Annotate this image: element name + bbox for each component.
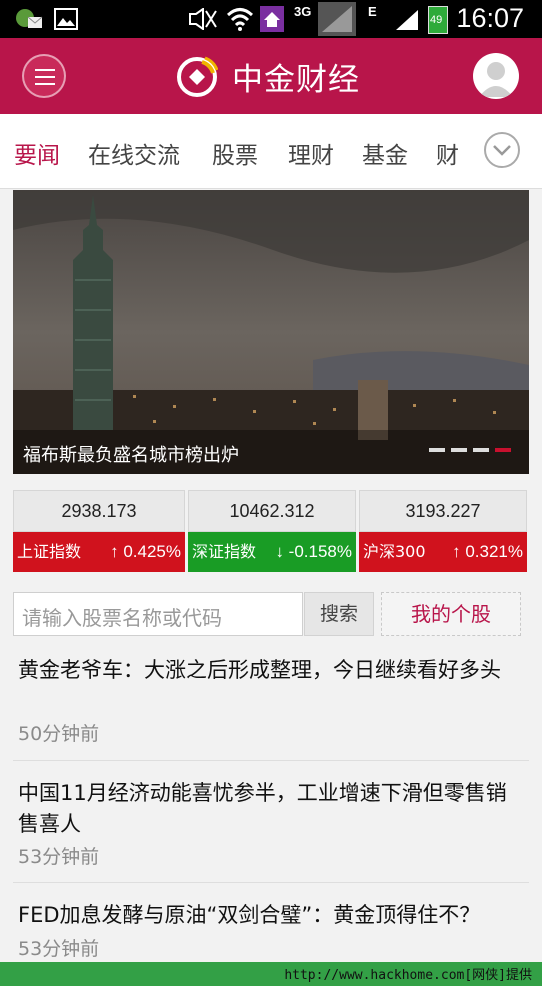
banner-caption: 福布斯最负盛名城市榜出炉 bbox=[23, 445, 239, 466]
slide-dot-active[interactable] bbox=[495, 448, 511, 452]
mute-icon bbox=[189, 8, 217, 30]
user-avatar-button[interactable] bbox=[473, 53, 519, 99]
news-title: 黄金老爷车：大涨之后形成整理，今日继续看好多头 bbox=[18, 658, 501, 682]
index-change: ↓ -0.158% bbox=[275, 532, 352, 572]
slide-indicator bbox=[423, 437, 511, 456]
index-value: 3193.227 bbox=[359, 490, 527, 532]
notification-icon bbox=[16, 9, 43, 28]
divider bbox=[13, 882, 529, 883]
news-title: 中国11月经济动能喜忧参半，工业增速下滑但零售销售喜人 bbox=[18, 781, 507, 836]
battery-icon: 49 bbox=[428, 6, 448, 34]
index-value: 2938.173 bbox=[13, 490, 185, 532]
index-change-row: 深证指数 ↓ -0.158% bbox=[188, 532, 356, 572]
app-title: 中金财经 bbox=[232, 62, 360, 98]
slide-dot[interactable] bbox=[429, 448, 445, 452]
logo-icon bbox=[177, 56, 218, 97]
index-change-row: 上证指数 ↑ 0.425% bbox=[13, 532, 185, 572]
slide-dot[interactable] bbox=[473, 448, 489, 452]
battery-level: 49 bbox=[430, 14, 443, 26]
index-value: 10462.312 bbox=[188, 490, 356, 532]
tab-headlines[interactable]: 要闻 bbox=[14, 136, 60, 170]
index-change: ↑ 0.425% bbox=[110, 532, 181, 572]
status-bar: 3G E 49 16:07 bbox=[0, 0, 542, 38]
index-card-csi300[interactable]: 3193.227 沪深300 ↑ 0.321% bbox=[359, 490, 527, 572]
news-title: FED加息发酵与原油“双剑合璧”：黄金顶得住不？ bbox=[18, 903, 481, 927]
index-name: 深证指数 bbox=[192, 542, 257, 561]
index-change-value: 0.425% bbox=[123, 542, 181, 561]
slide-dot[interactable] bbox=[451, 448, 467, 452]
index-card-shenzhen[interactable]: 10462.312 深证指数 ↓ -0.158% bbox=[188, 490, 356, 572]
my-stocks-button[interactable]: 我的个股 bbox=[381, 592, 521, 636]
news-time: 50分钟前 bbox=[18, 723, 100, 745]
news-banner[interactable]: 福布斯最负盛名城市榜出炉 bbox=[13, 190, 529, 474]
image-icon bbox=[54, 8, 78, 30]
down-arrow-icon: ↓ bbox=[275, 542, 284, 561]
user-avatar-icon bbox=[479, 62, 513, 97]
tab-funds[interactable]: 基金 bbox=[362, 136, 408, 170]
index-change-value: 0.321% bbox=[465, 542, 523, 561]
index-name: 上证指数 bbox=[17, 542, 82, 561]
watermark-bar: http://www.hackhome.com[网侠]提供 bbox=[0, 962, 542, 986]
chevron-down-icon bbox=[493, 145, 511, 156]
tab-strip: 要闻 在线交流 股票 理财 基金 财 bbox=[0, 114, 470, 188]
tab-finance[interactable]: 理财 bbox=[288, 136, 334, 170]
stock-search-input[interactable]: 请输入股票名称或代码 bbox=[13, 592, 303, 636]
news-item[interactable]: FED加息发酵与原油“双剑合璧”：黄金顶得住不？ 53分钟前 bbox=[0, 900, 542, 962]
tab-stocks[interactable]: 股票 bbox=[212, 136, 258, 170]
index-change-value: -0.158% bbox=[288, 542, 352, 561]
tab-partial[interactable]: 财 bbox=[436, 136, 459, 170]
wifi-icon bbox=[226, 8, 254, 31]
news-time: 53分钟前 bbox=[18, 846, 100, 868]
divider bbox=[13, 760, 529, 761]
index-change-row: 沪深300 ↑ 0.321% bbox=[359, 532, 527, 572]
index-name: 沪深300 bbox=[363, 542, 426, 561]
more-tabs-button[interactable] bbox=[484, 132, 520, 168]
up-arrow-icon: ↑ bbox=[110, 542, 119, 561]
index-card-shanghai[interactable]: 2938.173 上证指数 ↑ 0.425% bbox=[13, 490, 185, 572]
signal-icon-2 bbox=[396, 10, 418, 30]
tab-online-exchange[interactable]: 在线交流 bbox=[88, 136, 180, 170]
network-e: E bbox=[368, 4, 377, 19]
clock: 16:07 bbox=[456, 3, 524, 33]
news-time: 53分钟前 bbox=[18, 938, 100, 960]
app-header: 中金财经 bbox=[0, 38, 542, 114]
news-item[interactable]: 中国11月经济动能喜忧参半，工业增速下滑但零售销售喜人 53分钟前 bbox=[0, 778, 542, 883]
category-tabs: 要闻 在线交流 股票 理财 基金 财 bbox=[0, 114, 542, 189]
news-item[interactable]: 黄金老爷车：大涨之后形成整理，今日继续看好多头 50分钟前 bbox=[0, 655, 542, 760]
menu-button[interactable] bbox=[22, 54, 66, 98]
signal-icon bbox=[318, 2, 356, 36]
search-button[interactable]: 搜索 bbox=[304, 592, 374, 636]
index-change: ↑ 0.321% bbox=[452, 532, 523, 572]
home-app-icon bbox=[260, 6, 284, 32]
watermark-text: http://www.hackhome.com[网侠]提供 bbox=[284, 968, 532, 983]
network-3g: 3G bbox=[294, 4, 312, 19]
up-arrow-icon: ↑ bbox=[452, 542, 461, 561]
